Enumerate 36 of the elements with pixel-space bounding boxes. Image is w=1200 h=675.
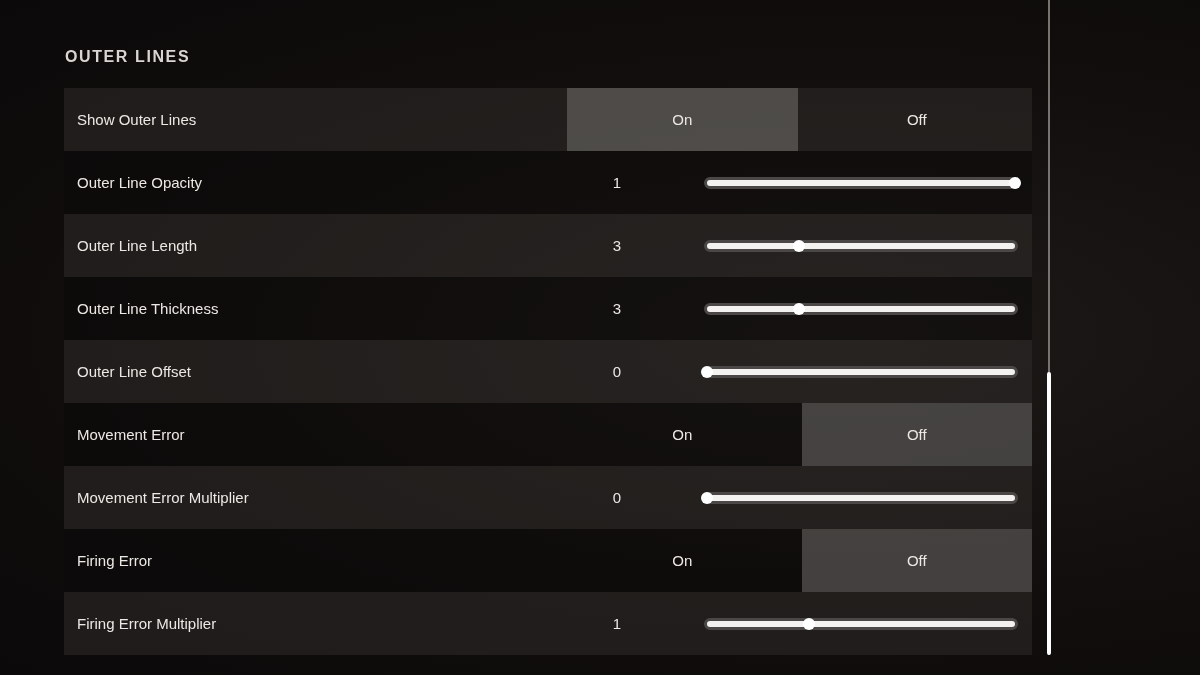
setting-value: 3 <box>611 300 623 317</box>
toggle-option[interactable]: Off <box>801 529 1032 592</box>
setting-value: 0 <box>611 489 623 506</box>
slider-thumb[interactable] <box>793 239 806 252</box>
toggle-option[interactable]: Off <box>801 403 1032 466</box>
setting-value: 1 <box>611 174 623 191</box>
toggle-option[interactable]: On <box>567 403 798 466</box>
slider-track[interactable] <box>704 239 1018 252</box>
setting-label: Movement Error Multiplier <box>77 489 249 506</box>
setting-value: 3 <box>611 237 623 254</box>
slider-thumb[interactable] <box>701 365 713 378</box>
slider-thumb[interactable] <box>701 491 713 504</box>
slider-track[interactable] <box>704 302 1018 315</box>
toggle-option[interactable]: On <box>567 88 798 151</box>
toggle-option[interactable]: On <box>567 529 798 592</box>
slider-thumb[interactable] <box>802 617 815 630</box>
setting-label: Outer Line Length <box>77 237 198 254</box>
setting-value: 1 <box>611 615 623 632</box>
setting-value: 0 <box>611 363 623 380</box>
setting-label: Outer Line Opacity <box>77 174 203 191</box>
setting-label: Outer Line Offset <box>77 363 191 380</box>
setting-label: Firing Error <box>77 552 152 569</box>
slider-track[interactable] <box>704 491 1018 504</box>
slider-track[interactable] <box>704 617 1018 630</box>
slider-track[interactable] <box>704 176 1018 189</box>
slider-thumb[interactable] <box>1009 176 1021 189</box>
setting-label: Movement Error <box>77 426 185 443</box>
setting-label: Firing Error Multiplier <box>77 615 217 632</box>
slider-track[interactable] <box>704 365 1018 378</box>
slider-thumb[interactable] <box>793 302 806 315</box>
setting-label: Outer Line Thickness <box>77 300 219 317</box>
section-heading: OUTER LINES <box>65 47 191 67</box>
toggle-option[interactable]: Off <box>801 88 1032 151</box>
scrollbar-thumb[interactable] <box>1047 372 1051 655</box>
setting-label: Show Outer Lines <box>77 111 197 128</box>
scrollbar-track[interactable] <box>1048 0 1050 655</box>
